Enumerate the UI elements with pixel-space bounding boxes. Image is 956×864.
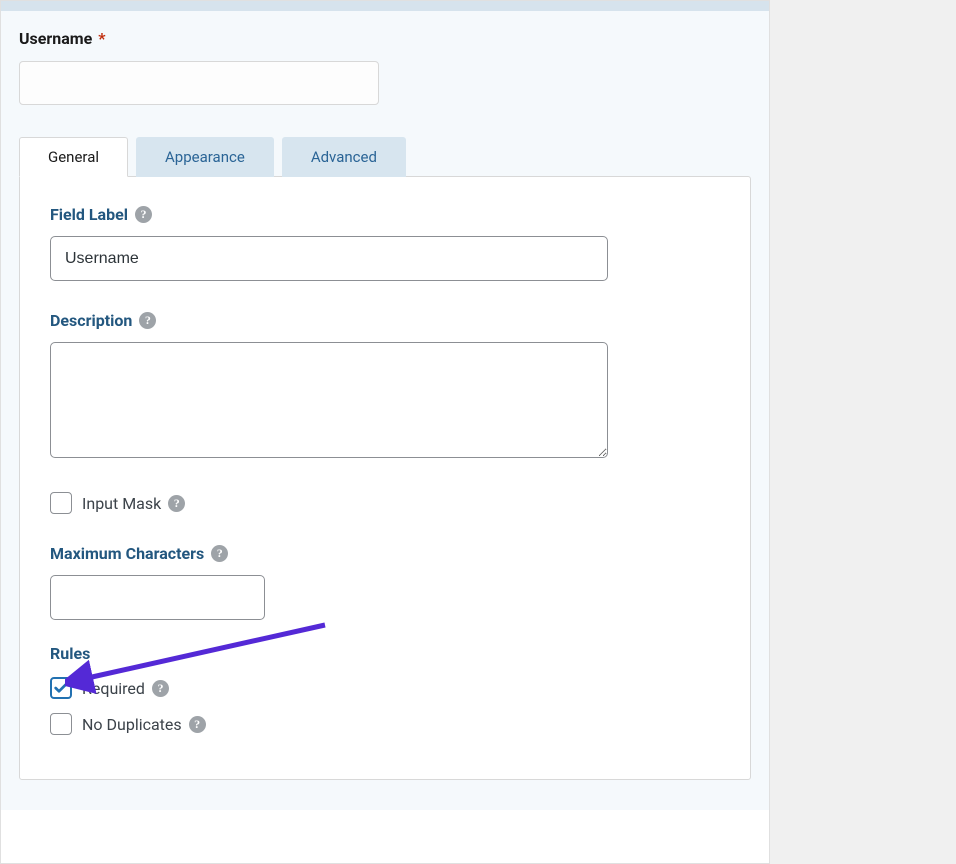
help-icon[interactable] bbox=[135, 206, 152, 223]
description-heading: Description bbox=[50, 311, 720, 330]
tab-advanced[interactable]: Advanced bbox=[282, 137, 406, 177]
description-heading-text: Description bbox=[50, 311, 132, 330]
max-chars-heading-text: Maximum Characters bbox=[50, 544, 204, 563]
help-icon[interactable] bbox=[211, 545, 228, 562]
rules-heading: Rules bbox=[50, 644, 720, 663]
input-mask-label: Input Mask bbox=[82, 494, 185, 513]
required-label: Required bbox=[82, 679, 169, 698]
help-icon[interactable] bbox=[189, 716, 206, 733]
required-asterisk: * bbox=[98, 29, 105, 48]
required-label-text: Required bbox=[82, 679, 145, 698]
no-duplicates-row: No Duplicates bbox=[50, 713, 720, 735]
field-label-heading-text: Field Label bbox=[50, 205, 128, 224]
no-duplicates-label: No Duplicates bbox=[82, 715, 206, 734]
max-chars-input[interactable] bbox=[50, 575, 265, 620]
required-row: Required bbox=[50, 677, 720, 699]
input-mask-checkbox[interactable] bbox=[50, 492, 72, 514]
no-duplicates-label-text: No Duplicates bbox=[82, 715, 182, 734]
field-header-bar bbox=[1, 1, 769, 11]
field-settings-panel: Username * General Appearance Advanced F… bbox=[0, 0, 770, 864]
tab-row: General Appearance Advanced bbox=[19, 137, 751, 177]
field-label-input[interactable] bbox=[50, 236, 608, 281]
required-checkbox[interactable] bbox=[50, 677, 72, 699]
field-label-heading: Field Label bbox=[50, 205, 720, 224]
field-preview-label: Username * bbox=[19, 29, 751, 48]
description-textarea[interactable] bbox=[50, 342, 608, 458]
help-icon[interactable] bbox=[152, 680, 169, 697]
tab-panel-general: Field Label Description Input Mask bbox=[19, 176, 751, 780]
no-duplicates-checkbox[interactable] bbox=[50, 713, 72, 735]
field-preview-input[interactable] bbox=[19, 61, 379, 105]
input-mask-label-text: Input Mask bbox=[82, 494, 161, 513]
tab-appearance[interactable]: Appearance bbox=[136, 137, 274, 177]
help-icon[interactable] bbox=[139, 312, 156, 329]
input-mask-row: Input Mask bbox=[50, 492, 720, 514]
max-chars-heading: Maximum Characters bbox=[50, 544, 720, 563]
help-icon[interactable] bbox=[168, 495, 185, 512]
field-preview-label-text: Username bbox=[19, 29, 92, 48]
field-preview-area: Username * General Appearance Advanced F… bbox=[1, 11, 769, 810]
tab-general[interactable]: General bbox=[19, 137, 128, 177]
